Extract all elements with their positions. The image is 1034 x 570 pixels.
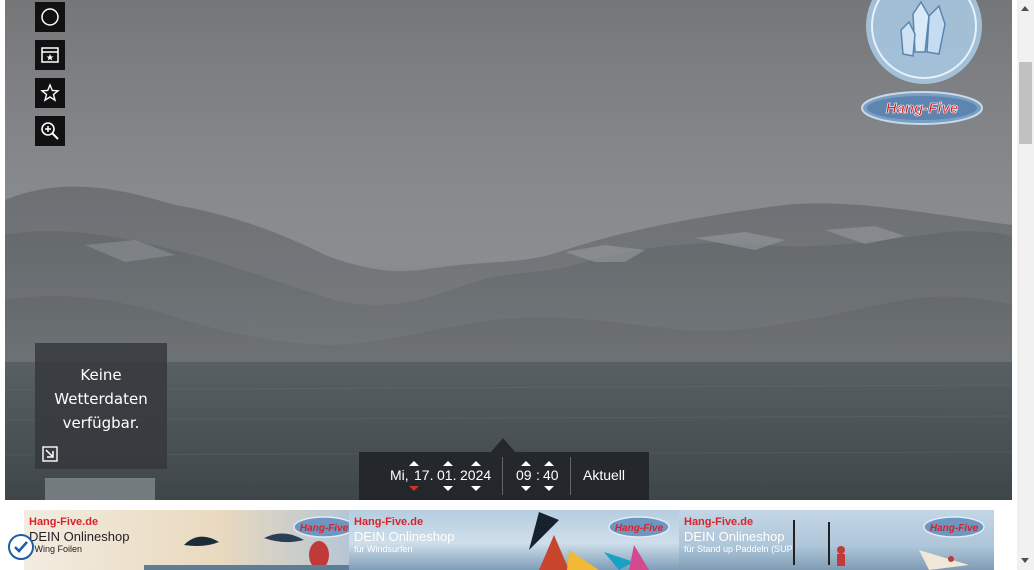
timebar-divider [570,457,571,495]
day-down-arrow[interactable] [409,486,419,491]
banner-brand: Hang-Five.de [29,516,99,528]
time-navigation-bar: Mi, 17. 01. 2024 09 : 40 Aktuell [359,452,649,500]
banner-brand: Hang-Five.de [354,516,424,528]
svg-text:Hang-Five: Hang-Five [930,523,979,534]
gallery-icon [41,47,59,63]
svg-text:Hang-Five: Hang-Five [300,523,349,534]
month-value[interactable]: 01. [437,467,456,483]
page-scrollbar[interactable] [1017,0,1034,570]
banner-panel-wingfoil[interactable]: Hang-Five.de DEIN Onlineshop r Wing Foil… [24,510,349,570]
day-value[interactable]: 17. [414,467,433,483]
ad-banner[interactable]: Hang-Five.de DEIN Onlineshop r Wing Foil… [24,510,994,570]
sup-illustration: Hang-Five [793,516,985,570]
minute-up-arrow[interactable] [544,461,554,466]
webcam-image: Hang-Five Keine Wetterdaten verfügbar. [5,0,1012,500]
scroll-down-arrow[interactable] [1021,558,1029,563]
banner-panel-windsurf[interactable]: Hang-Five.de DEIN Onlineshop für Windsur… [349,510,679,570]
svg-text:Hang-Five: Hang-Five [615,523,664,534]
scroll-up-arrow[interactable] [1021,6,1029,11]
weather-text-line: verfügbar. [62,414,140,432]
svg-text:Hang-Five: Hang-Five [886,100,959,117]
minute-down-arrow[interactable] [544,486,554,491]
moon-icon [41,8,59,26]
banner-subtitle: r Wing Foilen [29,544,83,554]
year-up-arrow[interactable] [471,461,481,466]
weather-text-line: Keine [80,366,122,384]
expand-icon[interactable] [41,445,59,463]
hour-up-arrow[interactable] [521,461,531,466]
day-up-arrow[interactable] [409,461,419,466]
weather-text-line: Wetterdaten [54,390,148,408]
month-up-arrow[interactable] [443,461,453,466]
month-down-arrow[interactable] [443,486,453,491]
checkmark-icon [14,541,28,553]
gallery-button[interactable] [35,40,65,70]
star-icon [40,83,60,102]
year-down-arrow[interactable] [471,486,481,491]
night-mode-button[interactable] [35,2,65,32]
zoom-button[interactable] [35,116,65,146]
banner-brand: Hang-Five.de [684,516,754,528]
banner-title: DEIN Onlineshop [29,529,130,544]
crystal-logo [866,0,982,84]
hour-value[interactable]: 09 [516,467,532,483]
zoom-in-icon [41,122,59,140]
banner-panel-sup[interactable]: Hang-Five.de DEIN Onlineshop für Stand u… [679,510,994,570]
trust-badge[interactable] [8,534,34,560]
hour-down-arrow[interactable] [521,486,531,491]
weather-info-panel: Keine Wetterdaten verfügbar. [35,343,167,469]
year-value[interactable]: 2024 [460,467,491,483]
weekday-label: Mi, [390,467,409,483]
timebar-pointer [491,438,515,452]
hang-five-logo: Hang-Five [861,91,983,125]
wingfoil-illustration: Hang-Five [144,516,349,570]
current-button[interactable]: Aktuell [583,467,625,483]
banner-title: DEIN Onlineshop [354,529,455,544]
windsurf-illustration: Hang-Five [529,512,670,570]
time-colon: : [536,467,540,483]
banner-subtitle: für Windsurfen [354,544,413,554]
favorite-button[interactable] [35,78,65,108]
timebar-divider [502,457,503,495]
scroll-thumb[interactable] [1019,62,1032,144]
minute-value[interactable]: 40 [543,467,559,483]
